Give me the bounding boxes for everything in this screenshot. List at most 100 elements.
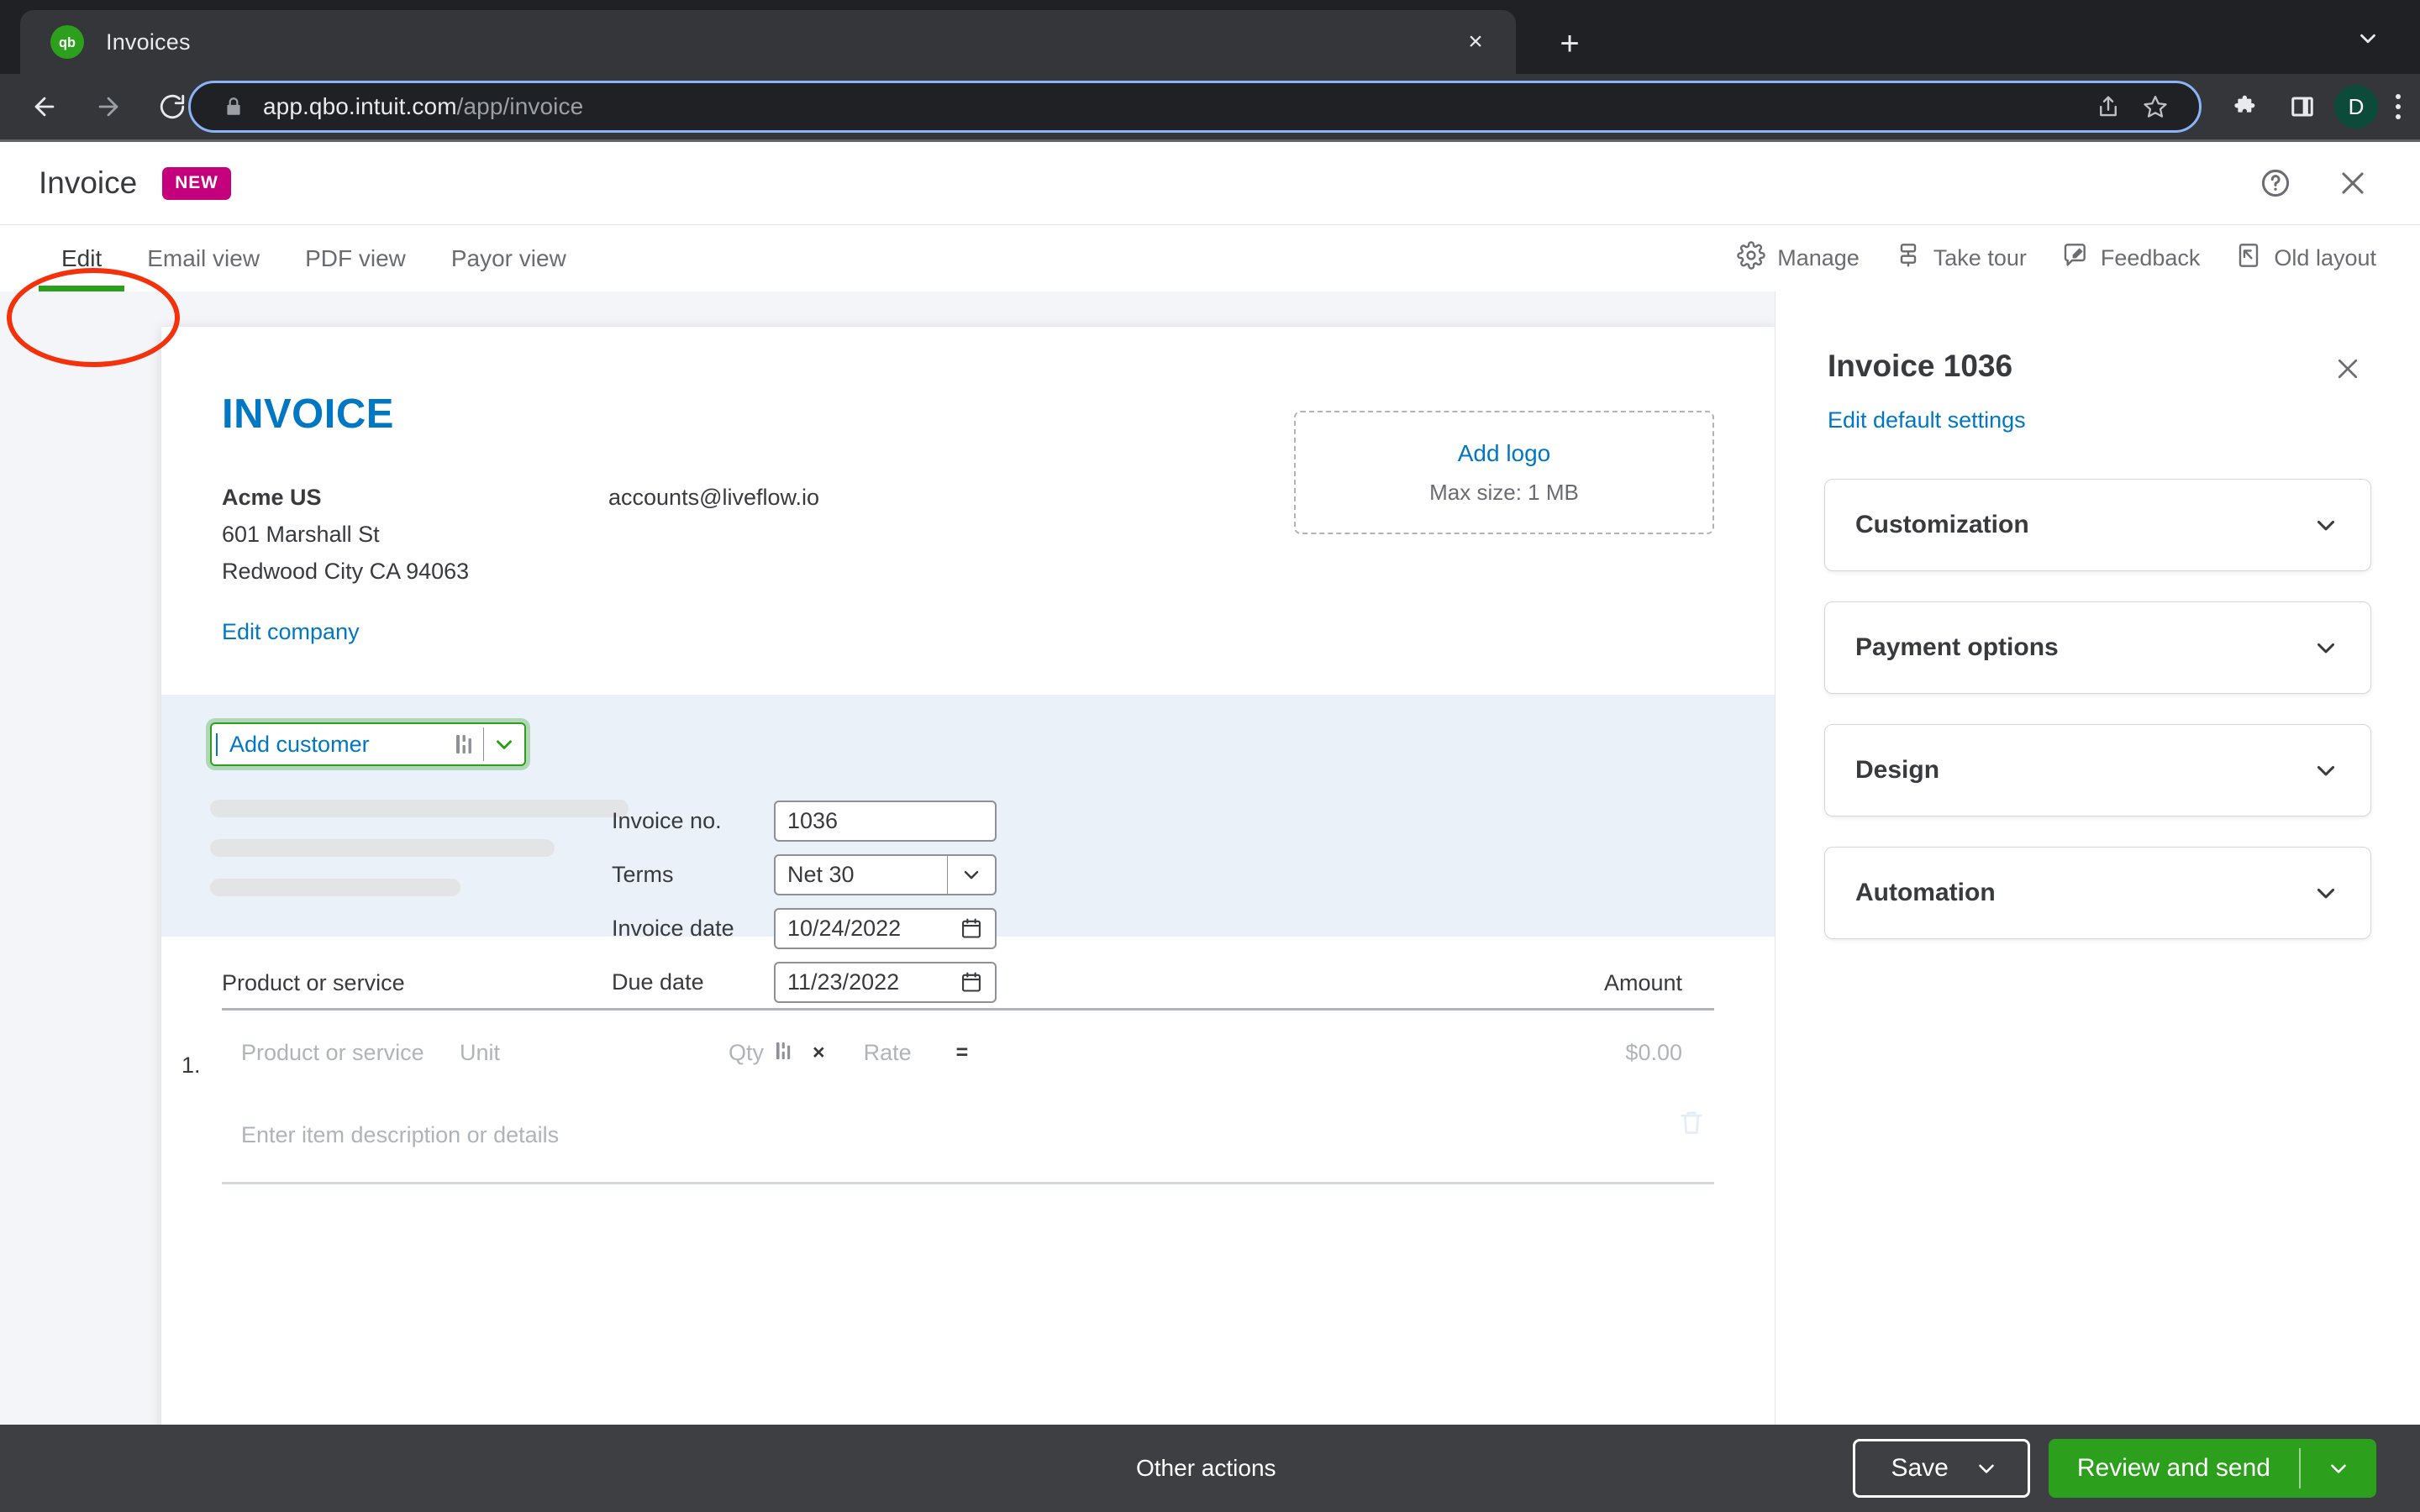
tabbar-tools: Manage Take tour Feedback Old layout — [1737, 225, 2376, 291]
save-button[interactable]: Save — [1853, 1439, 2029, 1498]
row-number: 1. — [182, 1053, 201, 1079]
tab-payor-view-label: Payor view — [451, 245, 566, 272]
kebab-menu-icon[interactable] — [2383, 83, 2413, 130]
qty-input[interactable]: Qty — [729, 1040, 764, 1066]
unit-input[interactable]: Unit — [460, 1040, 628, 1066]
field-row-terms: Terms Net 30 — [612, 848, 997, 901]
skeleton-line — [210, 879, 460, 896]
company-email: accounts@liveflow.io — [608, 485, 819, 511]
review-and-send-button[interactable]: Review and send — [2049, 1439, 2376, 1498]
add-customer-placeholder: Add customer — [216, 733, 446, 756]
data-columns-icon[interactable] — [446, 733, 483, 755]
quickbooks-logo-icon: qb — [50, 25, 84, 59]
accordion-section-payment-options[interactable]: Payment options — [1824, 601, 2371, 694]
amount-value: $0.00 — [1625, 1040, 1714, 1066]
old-layout-button[interactable]: Old layout — [2235, 242, 2376, 275]
feedback-pencil-icon — [2062, 242, 2089, 275]
status-badge: NEW — [162, 167, 230, 200]
browser-chrome: qb Invoices × + app.qbo.intuit.com/app/i… — [0, 0, 2420, 141]
tab-email-view[interactable]: Email view — [124, 225, 282, 291]
column-header-amount: Amount — [1604, 970, 1714, 996]
manage-label: Manage — [1777, 245, 1860, 271]
star-icon[interactable] — [2132, 83, 2179, 130]
column-header-product: Product or service — [222, 970, 405, 996]
terms-select[interactable]: Net 30 — [774, 854, 997, 895]
view-tabbar: Edit Email view PDF view Payor view Mana… — [0, 224, 2420, 291]
invoice-document-header: INVOICE Acme US 601 Marshall St Redwood … — [161, 327, 1775, 695]
chevron-down-icon[interactable] — [2312, 633, 2340, 662]
other-actions-button[interactable]: Other actions — [1136, 1455, 1276, 1482]
chevron-down-icon[interactable] — [2312, 879, 2340, 907]
manage-button[interactable]: Manage — [1737, 241, 1860, 276]
browser-tab-invoices[interactable]: qb Invoices × — [20, 10, 1516, 74]
url-text: app.qbo.intuit.com/app/invoice — [263, 93, 2085, 120]
tab-pdf-view[interactable]: PDF view — [282, 225, 429, 291]
table-row: 1. Product or service Unit Qty × Rate = … — [222, 1011, 1714, 1095]
product-or-service-input[interactable]: Product or service — [241, 1040, 460, 1066]
panel-accordion: Customization Payment options Design Aut… — [1776, 433, 2420, 939]
chevron-down-icon[interactable] — [2344, 15, 2391, 62]
old-layout-label: Old layout — [2274, 245, 2376, 271]
chevron-down-icon[interactable] — [1974, 1456, 2028, 1481]
rate-input[interactable]: Rate — [864, 1040, 956, 1066]
side-panel-icon[interactable] — [2279, 83, 2326, 130]
url-path: /app/invoice — [457, 93, 584, 119]
terms-label: Terms — [612, 862, 774, 888]
address-bar[interactable]: app.qbo.intuit.com/app/invoice — [188, 81, 2202, 133]
edit-default-settings-link[interactable]: Edit default settings — [1776, 389, 2420, 433]
qty-group: Qty × — [729, 1040, 825, 1066]
skeleton-line — [210, 800, 629, 817]
skeleton-line — [210, 839, 555, 857]
close-icon[interactable] — [2329, 160, 2376, 207]
feedback-button[interactable]: Feedback — [2062, 242, 2201, 275]
new-tab-button[interactable]: + — [1546, 20, 1593, 67]
bottom-bar-actions: Save Review and send — [1853, 1439, 2376, 1498]
bottom-action-bar: Other actions Save Review and send — [0, 1425, 2420, 1512]
invoice-no-input[interactable]: 1036 — [774, 801, 997, 842]
app-header-actions — [2252, 160, 2376, 207]
tab-email-view-label: Email view — [147, 245, 260, 272]
forward-arrow-icon[interactable] — [82, 81, 134, 133]
chevron-down-icon[interactable] — [948, 863, 995, 886]
take-tour-label: Take tour — [1933, 245, 2027, 271]
take-tour-button[interactable]: Take tour — [1895, 242, 2027, 275]
avatar[interactable]: D — [2334, 85, 2378, 129]
back-arrow-icon[interactable] — [18, 81, 71, 133]
chevron-down-icon[interactable] — [484, 732, 524, 757]
logo-max-size-hint: Max size: 1 MB — [1429, 480, 1579, 506]
accordion-label: Automation — [1855, 879, 1996, 907]
multiply-operator: × — [813, 1041, 825, 1065]
quickbooks-invoice-app: Invoice NEW Edit Email view PDF view Pay… — [0, 142, 2420, 1512]
add-customer-input[interactable]: Add customer — [210, 722, 526, 766]
chevron-down-icon[interactable] — [2312, 756, 2340, 785]
panel-header: Invoice 1036 — [1776, 291, 2420, 389]
chevron-down-icon[interactable] — [2301, 1456, 2376, 1481]
accordion-section-customization[interactable]: Customization — [1824, 479, 2371, 571]
edit-company-link[interactable]: Edit company — [222, 619, 1714, 645]
arrow-out-icon — [2235, 242, 2262, 275]
share-icon[interactable] — [2085, 83, 2132, 130]
add-logo-dropzone[interactable]: Add logo Max size: 1 MB — [1294, 411, 1714, 534]
page-title: Invoice — [39, 165, 137, 201]
puzzle-piece-icon[interactable] — [2223, 83, 2270, 130]
tab-edit[interactable]: Edit — [39, 225, 124, 291]
accordion-section-design[interactable]: Design — [1824, 724, 2371, 816]
question-mark-circle-icon[interactable] — [2252, 160, 2299, 207]
feedback-label: Feedback — [2101, 245, 2201, 271]
accordion-section-automation[interactable]: Automation — [1824, 847, 2371, 939]
item-description-input[interactable]: Enter item description or details — [241, 1122, 559, 1148]
add-logo-label: Add logo — [1458, 440, 1551, 467]
trash-icon[interactable] — [1677, 1108, 1706, 1141]
review-and-send-label: Review and send — [2049, 1454, 2299, 1483]
invoice-document: INVOICE Acme US 601 Marshall St Redwood … — [161, 327, 1775, 1512]
invoice-form-band: Add customer Invoice no. — [161, 695, 1775, 937]
chevron-down-icon[interactable] — [2312, 511, 2340, 539]
company-address-line-2: Redwood City CA 94063 — [222, 559, 1714, 585]
tab-payor-view[interactable]: Payor view — [429, 225, 589, 291]
lock-icon — [223, 96, 245, 118]
data-columns-icon[interactable] — [776, 1041, 792, 1065]
browser-tabstrip: qb Invoices × + — [0, 0, 2420, 74]
close-icon[interactable] — [2328, 349, 2368, 389]
panel-title: Invoice 1036 — [1828, 349, 2012, 384]
close-icon[interactable]: × — [1454, 20, 1497, 64]
